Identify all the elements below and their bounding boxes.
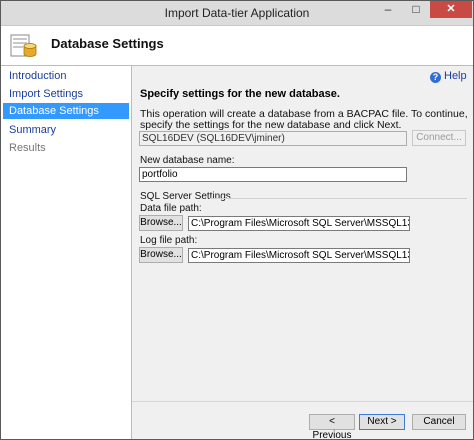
next-button[interactable]: Next > (359, 414, 405, 430)
data-file-path-label: Data file path: (140, 203, 202, 214)
server-connection-field: SQL16DEV (SQL16DEV\jminer) (139, 131, 407, 146)
help-label: Help (444, 70, 467, 82)
title-bar[interactable]: Import Data-tier Application – □ ✕ (1, 1, 473, 26)
help-icon: ? (430, 72, 441, 83)
footer-divider (132, 401, 473, 402)
minimize-button[interactable]: – (373, 1, 403, 18)
nav-item-import-settings[interactable]: Import Settings (1, 86, 129, 102)
nav-item-summary[interactable]: Summary (1, 122, 129, 138)
help-link[interactable]: ? Help (430, 70, 467, 83)
close-button[interactable]: ✕ (430, 1, 472, 18)
connect-button: Connect... (412, 130, 466, 146)
page-title: Database Settings (51, 36, 164, 51)
nav-item-database-settings[interactable]: Database Settings (3, 103, 129, 119)
sql-server-settings-group-label: SQL Server Settings (140, 191, 231, 202)
section-description: This operation will create a database fr… (140, 108, 468, 131)
data-file-path-input[interactable]: C:\Program Files\Microsoft SQL Server\MS… (188, 216, 410, 231)
nav-item-results: Results (9, 142, 46, 154)
browse-log-file-button[interactable]: Browse... (139, 247, 183, 263)
nav-item-introduction[interactable]: Introduction (1, 68, 129, 84)
maximize-button[interactable]: □ (402, 1, 430, 18)
browse-data-file-button[interactable]: Browse... (139, 215, 183, 231)
previous-button[interactable]: < Previous (309, 414, 355, 439)
new-database-name-input[interactable]: portfolio (139, 167, 407, 182)
import-dialog-window: Import Data-tier Application – □ ✕ Datab… (0, 0, 474, 440)
cancel-button[interactable]: Cancel (412, 414, 466, 430)
group-divider (210, 198, 467, 199)
section-heading: Specify settings for the new database. (140, 88, 340, 100)
log-file-path-input[interactable]: C:\Program Files\Microsoft SQL Server\MS… (188, 248, 410, 263)
log-file-path-label: Log file path: (140, 235, 198, 246)
database-settings-icon (10, 34, 37, 57)
settings-panel: ? Help Specify settings for the new datab… (132, 66, 473, 439)
new-database-name-label: New database name: (140, 155, 235, 166)
wizard-step-list: Introduction Import Settings Database Se… (1, 66, 132, 439)
page-banner: Database Settings (1, 26, 473, 66)
